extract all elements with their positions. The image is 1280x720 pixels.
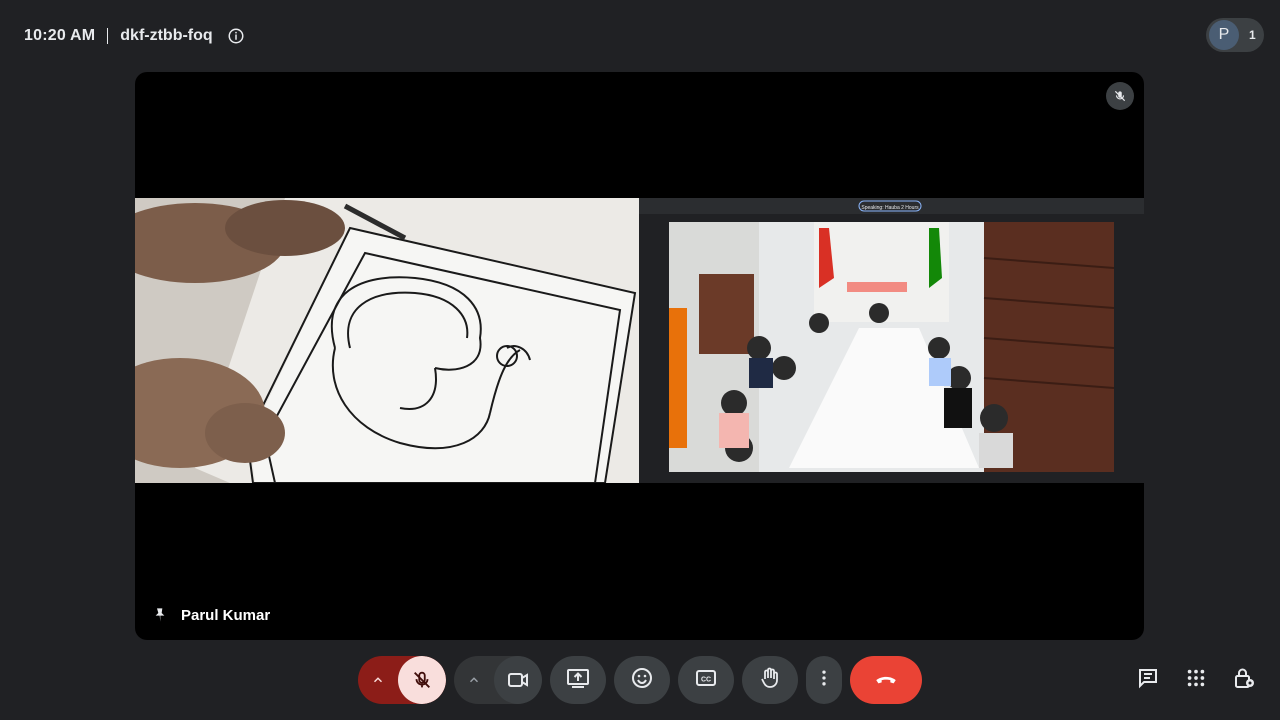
host-controls-button[interactable] (1220, 656, 1268, 704)
audio-options-chevron-up-icon[interactable] (358, 656, 398, 704)
mic-off-indicator-icon (1106, 82, 1134, 110)
host-controls-icon (1232, 666, 1256, 695)
chat-button[interactable] (1124, 656, 1172, 704)
avatar: P (1209, 20, 1239, 50)
leave-call-button[interactable] (850, 656, 922, 704)
present-screen-button[interactable] (550, 656, 606, 704)
drawing-video (135, 198, 639, 483)
raise-hand-button[interactable] (742, 656, 798, 704)
call-end-icon (873, 665, 899, 696)
speaking-pill: Speaking: Hauba 2 Hours (861, 205, 919, 211)
activities-button[interactable] (1172, 656, 1220, 704)
meeting-header: 10:20 AM dkf-ztbb-foq (24, 24, 245, 48)
chat-icon (1136, 666, 1160, 695)
header-divider (107, 28, 109, 44)
call-controls: CC (0, 656, 1280, 704)
captions-button[interactable]: CC (678, 656, 734, 704)
emoji-icon (630, 666, 654, 695)
meeting-info-icon[interactable] (227, 27, 245, 45)
camera-control-group (454, 656, 542, 704)
raise-hand-icon (758, 666, 782, 695)
mic-control-group (358, 656, 446, 704)
present-screen-icon (566, 666, 590, 695)
svg-text:CC: CC (701, 676, 711, 683)
presenting-icon (153, 606, 169, 624)
videocam-icon[interactable] (494, 656, 542, 704)
meeting-code: dkf-ztbb-foq (120, 27, 213, 44)
more-vert-icon (814, 668, 834, 693)
shared-screen: Speaking: Hauba 2 Hours (135, 198, 1144, 483)
presenter-nameplate: Parul Kumar (153, 606, 270, 624)
meeting-time: 10:20 AM (24, 27, 96, 44)
emoji-button[interactable] (614, 656, 670, 704)
captions-icon: CC (694, 666, 718, 695)
room-video: Speaking: Hauba 2 Hours (639, 198, 1144, 483)
presentation-tile[interactable]: Speaking: Hauba 2 Hours Parul Kumar (135, 72, 1144, 640)
participants-button[interactable]: P 1 (1206, 18, 1264, 52)
participant-count: 1 (1249, 28, 1256, 42)
video-options-chevron-up-icon[interactable] (454, 656, 494, 704)
mic-off-icon[interactable] (398, 656, 446, 704)
activities-icon (1185, 667, 1207, 694)
more-options-button[interactable] (806, 656, 842, 704)
presenter-name: Parul Kumar (181, 606, 271, 624)
